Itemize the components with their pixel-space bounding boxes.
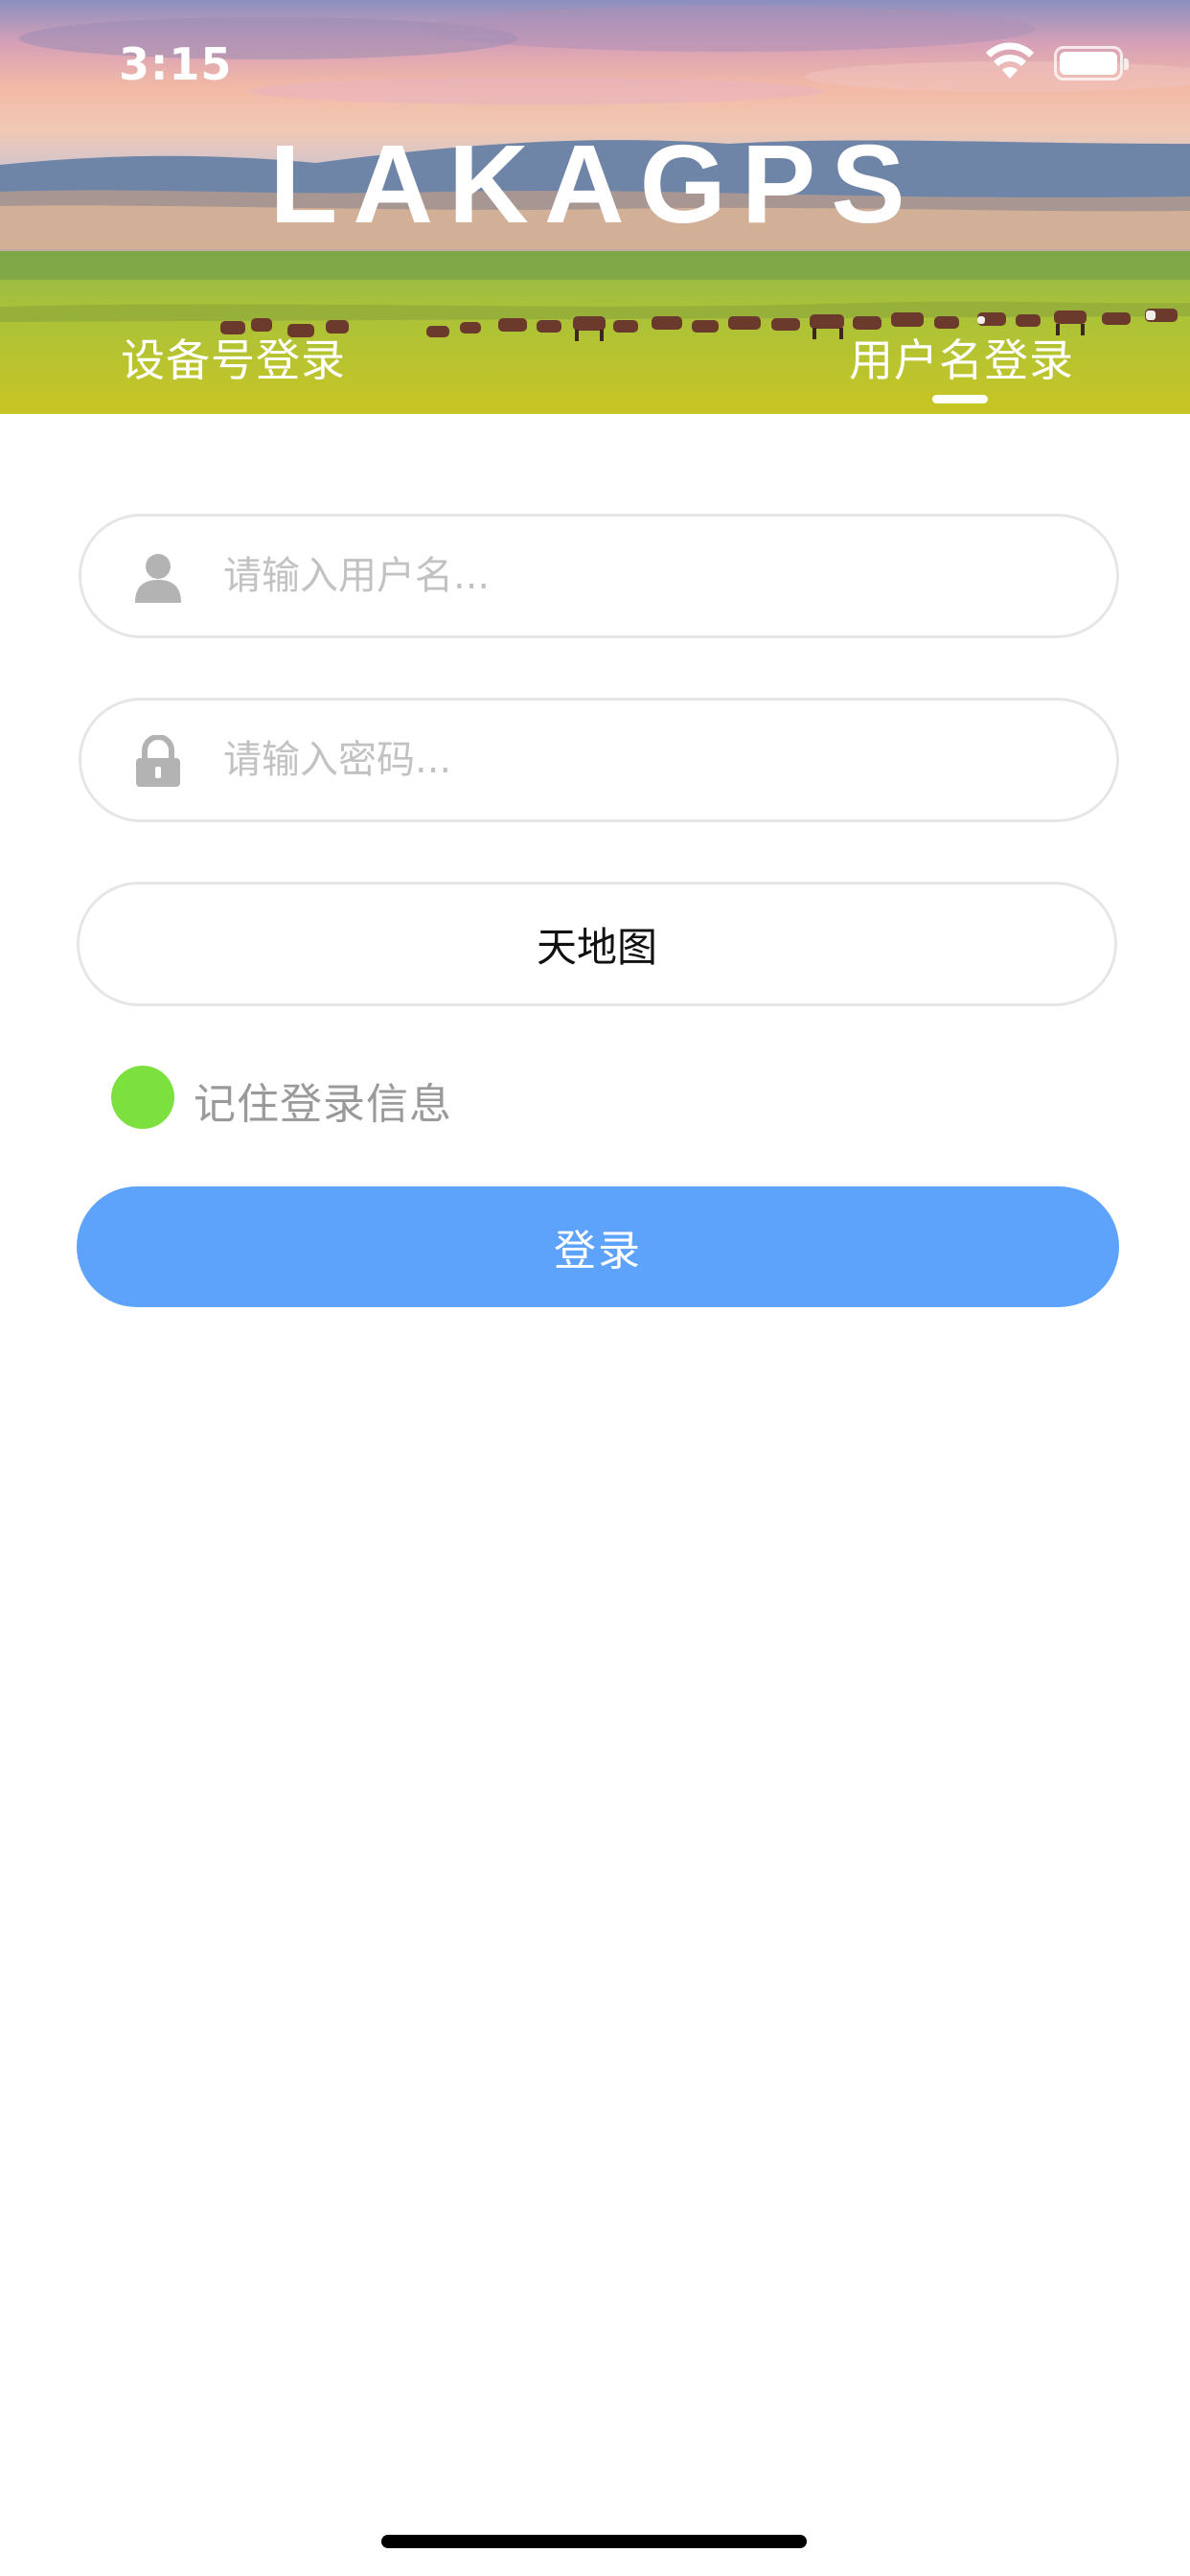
login-screen: 3:15 LAKAGPS 设备号登录 用户名登录 天地图 (0, 0, 1190, 2576)
username-input[interactable] (223, 536, 1066, 616)
tab-username-login[interactable]: 用户名登录 (849, 326, 1074, 389)
wifi-icon (986, 42, 1034, 79)
user-icon (135, 554, 181, 603)
map-type-selector[interactable]: 天地图 (77, 882, 1117, 1006)
login-button[interactable]: 登录 (77, 1186, 1119, 1307)
password-input[interactable] (223, 720, 1066, 800)
password-field[interactable] (79, 698, 1119, 822)
username-field[interactable] (79, 514, 1119, 638)
remember-me-toggle[interactable] (111, 1066, 174, 1129)
header-banner: 3:15 LAKAGPS 设备号登录 用户名登录 (0, 0, 1190, 414)
active-tab-indicator (932, 395, 988, 403)
status-time: 3:15 (119, 38, 233, 90)
battery-icon (1054, 46, 1129, 80)
home-indicator (381, 2535, 807, 2548)
tab-device-login[interactable]: 设备号登录 (121, 326, 346, 389)
lock-icon (136, 735, 180, 787)
app-title: LAKAGPS (269, 122, 921, 246)
remember-me-label[interactable]: 记住登录信息 (194, 1070, 452, 1131)
